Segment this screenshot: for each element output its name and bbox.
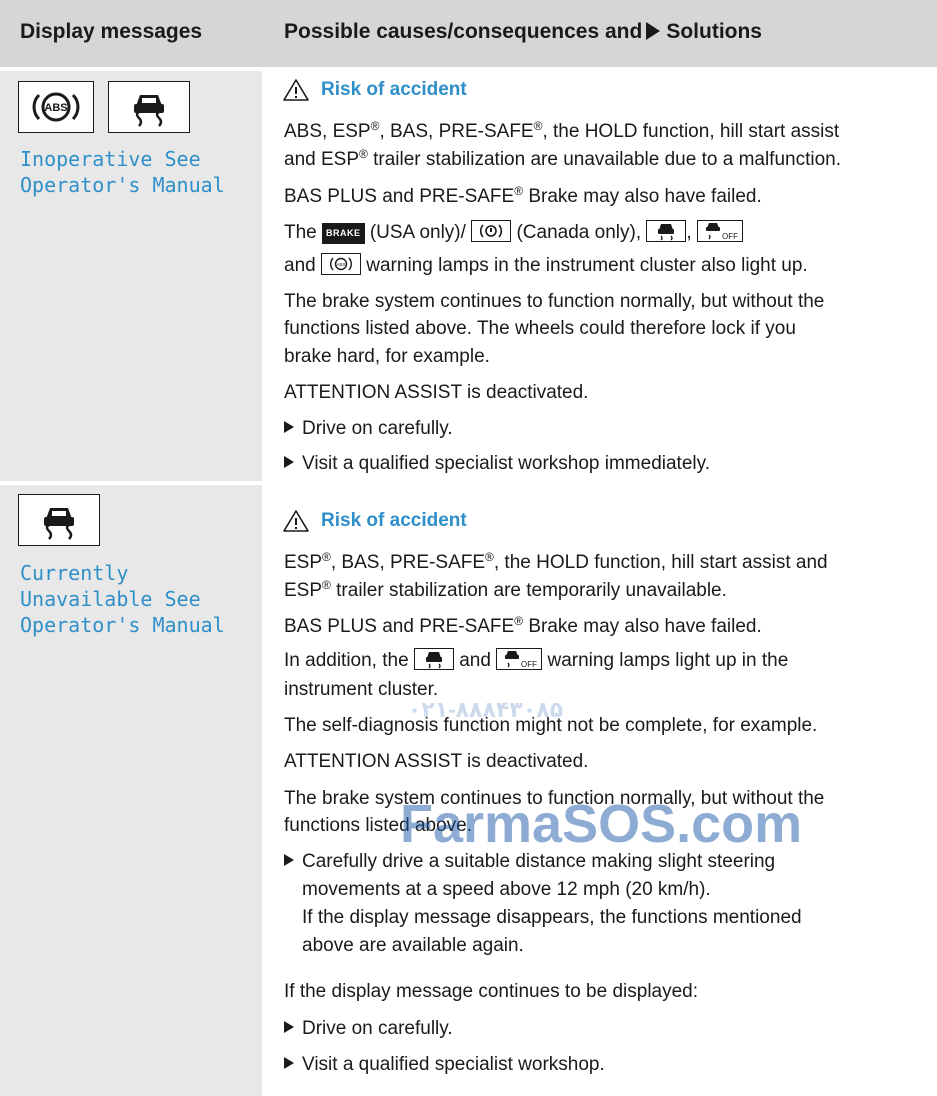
esp-off-lamp-icon: OFF (696, 220, 743, 242)
table-header: Display messages Possible causes/consequ… (0, 0, 937, 67)
row2-bullet: Drive on carefully. (284, 1015, 453, 1042)
esp-lamp-icon (413, 648, 454, 670)
row1-lamps-line2: and ABS warning lamps in the instrument … (284, 253, 808, 276)
bullet-arrow-icon (284, 421, 294, 433)
svg-text:OFF: OFF (521, 660, 537, 669)
row1-paragraph: The brake system continues to function n… (284, 291, 825, 312)
row2-paragraph: ESP®, BAS, PRE-SAFE®, the HOLD function,… (284, 550, 828, 573)
esp-skid-icon (108, 81, 190, 133)
manual-table: Display messages Possible causes/consequ… (0, 0, 937, 1096)
esp-skid-icon (18, 494, 100, 546)
solution-arrow-icon (646, 22, 661, 40)
row1-paragraph: brake hard, for example. (284, 346, 490, 367)
row2-paragraph: The self-diagnosis function might not be… (284, 715, 818, 736)
row1-paragraph: ATTENTION ASSIST is deactivated. (284, 382, 589, 403)
row2-paragraph: The brake system continues to function n… (284, 788, 825, 809)
row2-bullet: Carefully drive a suitable distance maki… (284, 848, 775, 875)
row2-paragraph: BAS PLUS and PRE-SAFE® Brake may also ha… (284, 614, 762, 637)
row2-paragraph: If the display message continues to be d… (284, 981, 699, 1002)
abs-lamp-icon: ABS (320, 253, 361, 275)
row2-bullet-cont: above are available again. (302, 935, 524, 956)
row2-display-message: Currently Unavailable See Operator's Man… (20, 561, 225, 637)
row1-paragraph: functions listed above. The wheels could… (284, 318, 796, 339)
row2-bullet: Visit a qualified specialist workshop. (284, 1051, 605, 1078)
row1-bullet: Visit a qualified specialist workshop im… (284, 450, 710, 477)
abs-warning-icon: ABS (18, 81, 94, 133)
row-divider (0, 67, 937, 71)
warning-triangle-icon (283, 510, 309, 532)
row1-lamps-line: The BRAKE (USA only)/ (Canada only), , O… (284, 219, 743, 246)
row2-bullet-cont: movements at a speed above 12 mph (20 km… (302, 879, 711, 900)
row2-bullet-cont: If the display message disappears, the f… (302, 907, 802, 928)
row2-paragraph: ATTENTION ASSIST is deactivated. (284, 751, 589, 772)
row1-paragraph: ABS, ESP®, BAS, PRE-SAFE®, the HOLD func… (284, 119, 840, 142)
brake-lamp-icon: BRAKE (322, 223, 365, 244)
bullet-arrow-icon (284, 456, 294, 468)
row1-paragraph: BAS PLUS and PRE-SAFE® Brake may also ha… (284, 184, 762, 207)
bullet-arrow-icon (284, 1021, 294, 1033)
esp-lamp-icon (646, 220, 687, 242)
row2-paragraph: functions listed above. (284, 815, 473, 836)
header-display-messages: Display messages (20, 20, 203, 43)
svg-text:ABS: ABS (44, 102, 67, 114)
svg-text:OFF: OFF (722, 232, 738, 241)
svg-text:ABS: ABS (336, 262, 345, 267)
bullet-arrow-icon (284, 1057, 294, 1069)
bullet-arrow-icon (284, 854, 294, 866)
warning-triangle-icon (283, 79, 309, 101)
row2-paragraph: instrument cluster. (284, 679, 439, 700)
row1-paragraph: and ESP® trailer stabilization are unava… (284, 147, 842, 170)
esp-off-lamp-icon: OFF (496, 648, 543, 670)
row1-display-message: Inoperative See Operator's Manual (20, 147, 225, 197)
row2-paragraph: ESP® trailer stabilization are temporari… (284, 578, 727, 601)
header-causes-solutions: Possible causes/consequences and Solution… (284, 20, 762, 43)
row1-bullet: Drive on carefully. (284, 415, 453, 442)
row2-lamps-line: In addition, the and OFF warning lamps l… (284, 648, 789, 671)
brake-circle-lamp-icon (471, 220, 512, 242)
